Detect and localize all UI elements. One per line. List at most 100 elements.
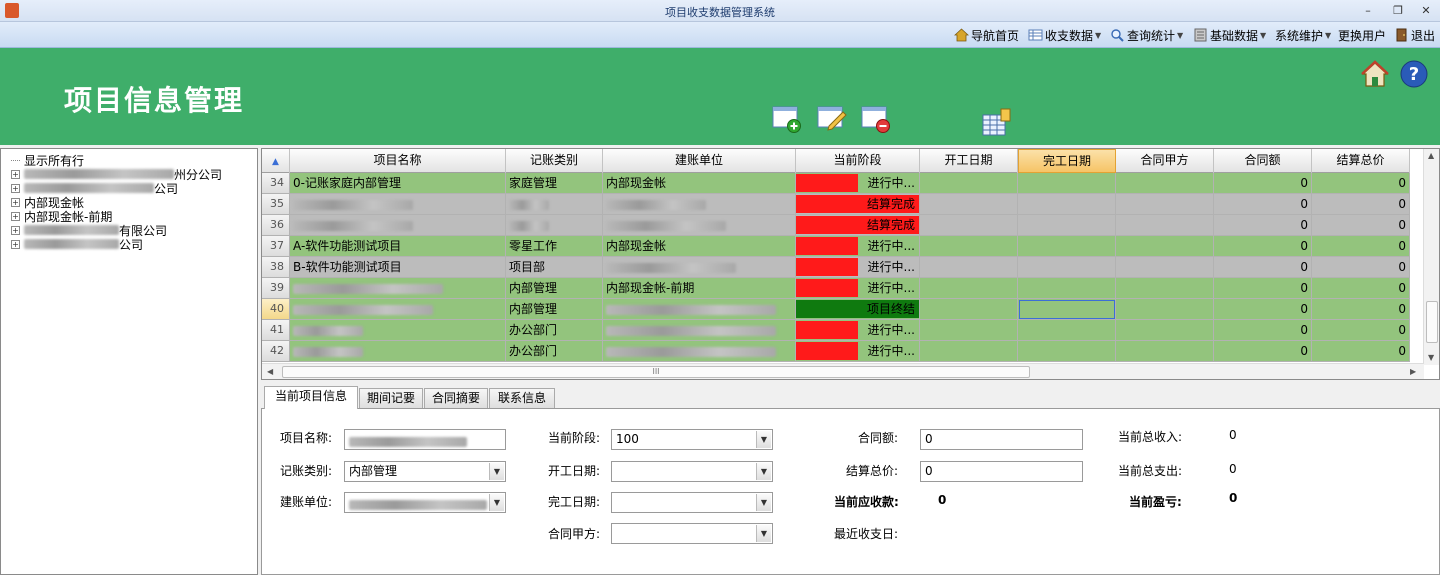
project-name-input[interactable]	[344, 429, 506, 450]
stage-cell[interactable]: 进行中...	[796, 236, 920, 257]
category-cell[interactable]: 零星工作	[506, 236, 603, 257]
category-cell[interactable]	[506, 215, 603, 236]
expand-plus-icon[interactable]: +	[11, 197, 20, 207]
contract-amount-cell[interactable]: 0	[1214, 173, 1312, 194]
unit-cell[interactable]	[603, 194, 796, 215]
column-header[interactable]: 合同甲方	[1116, 149, 1214, 173]
tree-item[interactable]: + 内部现金帐-前期	[11, 209, 112, 224]
contract-party-select[interactable]: ▼	[611, 523, 773, 544]
category-cell[interactable]: 项目部	[506, 257, 603, 278]
column-header[interactable]: 建账单位	[603, 149, 796, 173]
table-row[interactable]: 37 A-软件功能测试项目 零星工作 内部现金帐 进行中... 0 0	[262, 236, 1410, 257]
end-date-cell[interactable]	[1018, 236, 1116, 257]
project-name-cell[interactable]	[290, 341, 506, 362]
settlement-total-cell[interactable]: 0	[1312, 173, 1410, 194]
unit-cell[interactable]: 内部现金帐	[603, 236, 796, 257]
contract-party-cell[interactable]	[1116, 299, 1214, 320]
table-row[interactable]: 34 0-记账家庭内部管理 家庭管理 内部现金帐 进行中... 0 0	[262, 173, 1410, 194]
end-date-cell[interactable]	[1018, 278, 1116, 299]
menu-switch-user[interactable]: 更换用户	[1338, 27, 1386, 43]
tree-item[interactable]: + 有限公司	[11, 223, 167, 238]
contract-party-cell[interactable]	[1116, 173, 1214, 194]
expand-plus-icon[interactable]: +	[11, 225, 20, 235]
project-name-cell[interactable]	[290, 194, 506, 215]
project-name-cell[interactable]: B-软件功能测试项目	[290, 257, 506, 278]
settlement-total-cell[interactable]: 0	[1312, 299, 1410, 320]
contract-party-cell[interactable]	[1116, 194, 1214, 215]
scroll-left-arrow-icon[interactable]: ◀	[267, 367, 273, 376]
grid-corner-sort-icon[interactable]: ▲	[262, 149, 290, 173]
add-record-button[interactable]	[772, 104, 802, 134]
contract-amount-cell[interactable]: 0	[1214, 341, 1312, 362]
row-number[interactable]: 40	[262, 299, 290, 320]
table-row[interactable]: 35 结算完成 0 0	[262, 194, 1410, 215]
vertical-scroll-thumb[interactable]	[1426, 301, 1438, 343]
contract-party-cell[interactable]	[1116, 257, 1214, 278]
category-cell[interactable]: 办公部门	[506, 320, 603, 341]
settlement-total-cell[interactable]: 0	[1312, 215, 1410, 236]
unit-cell[interactable]	[603, 320, 796, 341]
settlement-total-cell[interactable]: 0	[1312, 194, 1410, 215]
contract-amount-cell[interactable]: 0	[1214, 299, 1312, 320]
maximize-button[interactable]: ❐	[1386, 2, 1410, 19]
contract-amount-cell[interactable]: 0	[1214, 215, 1312, 236]
column-header[interactable]: 当前阶段	[796, 149, 920, 173]
start-date-cell[interactable]	[920, 341, 1018, 362]
end-date-picker[interactable]: ▼	[611, 492, 773, 513]
stage-cell[interactable]: 进行中...	[796, 278, 920, 299]
start-date-cell[interactable]	[920, 278, 1018, 299]
settlement-total-cell[interactable]: 0	[1312, 236, 1410, 257]
start-date-cell[interactable]	[920, 257, 1018, 278]
tree-item[interactable]: 显示所有行	[11, 153, 84, 168]
menu-query-stats[interactable]: 查询统计 ▼	[1110, 27, 1183, 43]
settlement-total-cell[interactable]: 0	[1312, 257, 1410, 278]
scroll-up-arrow-icon[interactable]: ▲	[1428, 151, 1434, 160]
unit-select[interactable]: ▼	[344, 492, 506, 513]
contract-amount-cell[interactable]: 0	[1214, 278, 1312, 299]
tree-item[interactable]: + 公司	[11, 237, 143, 252]
contract-party-cell[interactable]	[1116, 215, 1214, 236]
contract-amount-cell[interactable]: 0	[1214, 194, 1312, 215]
project-name-cell[interactable]	[290, 278, 506, 299]
scroll-down-arrow-icon[interactable]: ▼	[1428, 353, 1434, 362]
expand-plus-icon[interactable]: +	[11, 183, 20, 193]
start-date-cell[interactable]	[920, 194, 1018, 215]
row-number[interactable]: 34	[262, 173, 290, 194]
column-header[interactable]: 完工日期	[1018, 149, 1116, 173]
export-table-button[interactable]	[982, 108, 1012, 138]
expand-plus-icon[interactable]: +	[11, 211, 20, 221]
start-date-cell[interactable]	[920, 320, 1018, 341]
end-date-cell[interactable]	[1018, 299, 1116, 320]
table-row[interactable]: 42 办公部门 进行中... 0 0	[262, 341, 1410, 362]
category-cell[interactable]: 办公部门	[506, 341, 603, 362]
contract-amount-cell[interactable]: 0	[1214, 320, 1312, 341]
help-button[interactable]: ?	[1399, 59, 1429, 89]
row-number[interactable]: 38	[262, 257, 290, 278]
vertical-scrollbar[interactable]: ▲ ▼	[1423, 149, 1439, 365]
end-date-cell[interactable]	[1018, 194, 1116, 215]
settlement-total-input[interactable]: 0	[920, 461, 1083, 482]
menu-finance-data[interactable]: 收支数据 ▼	[1028, 27, 1101, 43]
contract-amount-cell[interactable]: 0	[1214, 257, 1312, 278]
project-name-cell[interactable]	[290, 299, 506, 320]
end-date-cell[interactable]	[1018, 173, 1116, 194]
category-select[interactable]: 内部管理 ▼	[344, 461, 506, 482]
chevron-down-icon[interactable]: ▼	[489, 494, 504, 511]
menu-home[interactable]: 导航首页	[954, 27, 1019, 43]
column-header[interactable]: 记账类别	[506, 149, 603, 173]
tree-item[interactable]: + 州分公司	[11, 167, 222, 182]
table-row[interactable]: 40 内部管理 项目终结 0 0	[262, 299, 1410, 320]
start-date-cell[interactable]	[920, 173, 1018, 194]
menu-exit[interactable]: 退出	[1394, 27, 1435, 43]
row-number[interactable]: 39	[262, 278, 290, 299]
start-date-cell[interactable]	[920, 215, 1018, 236]
start-date-cell[interactable]	[920, 299, 1018, 320]
close-button[interactable]: ✕	[1414, 2, 1438, 19]
category-cell[interactable]: 内部管理	[506, 278, 603, 299]
settlement-total-cell[interactable]: 0	[1312, 320, 1410, 341]
menu-system-maintenance[interactable]: 系统维护 ▼	[1275, 27, 1331, 43]
stage-cell[interactable]: 结算完成	[796, 194, 920, 215]
column-header[interactable]: 项目名称	[290, 149, 506, 173]
contract-party-cell[interactable]	[1116, 278, 1214, 299]
chevron-down-icon[interactable]: ▼	[756, 525, 771, 542]
